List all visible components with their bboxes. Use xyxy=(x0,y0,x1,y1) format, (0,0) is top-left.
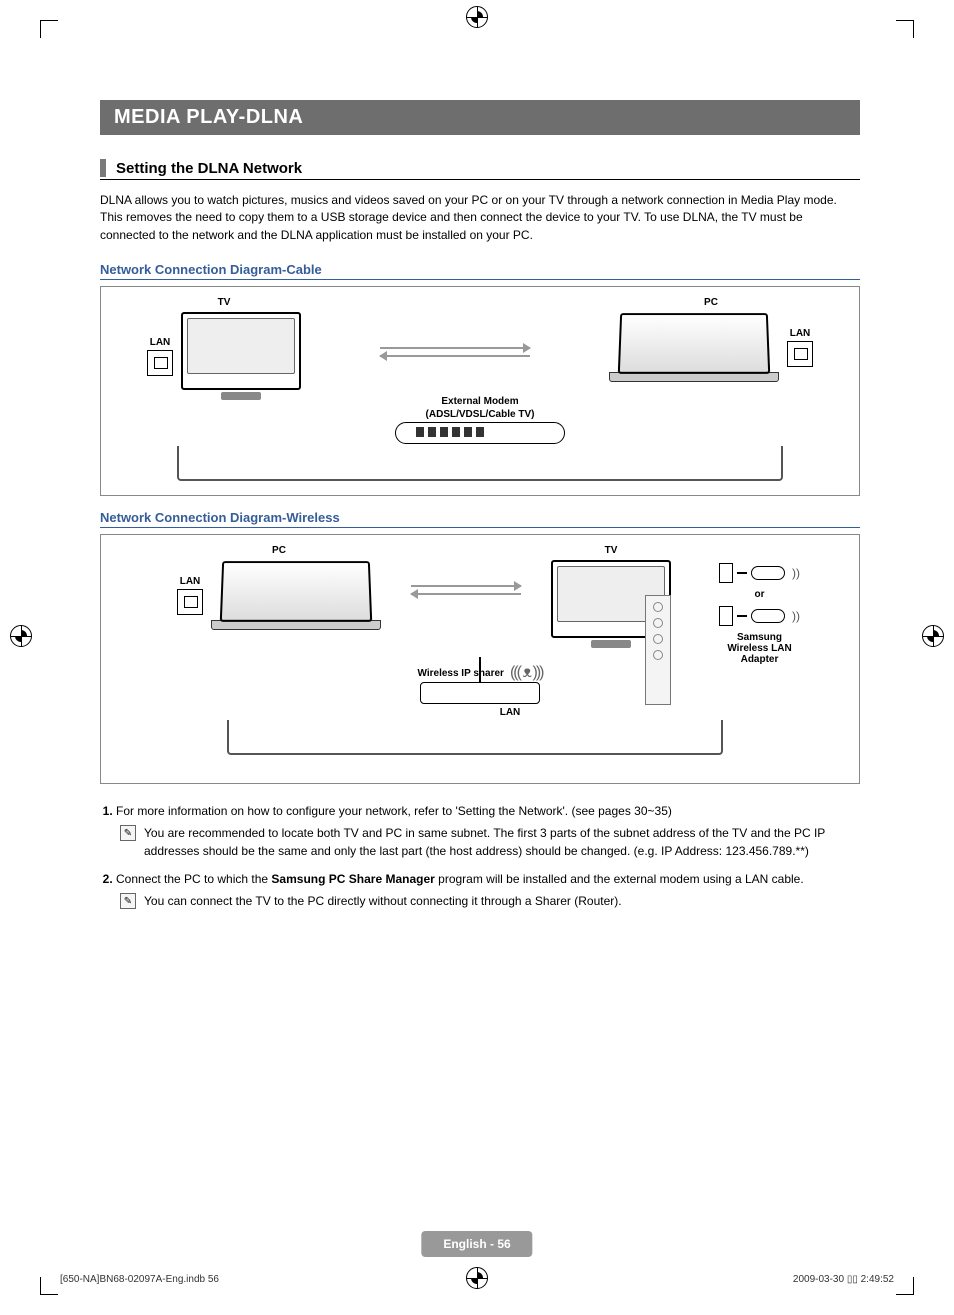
page-number-pill: English - 56 xyxy=(421,1231,532,1257)
tv-label-w: TV xyxy=(605,545,618,556)
step-2: Connect the PC to which the Samsung PC S… xyxy=(116,870,860,910)
step-2-pre: Connect the PC to which the xyxy=(116,872,271,886)
step-1: For more information on how to configure… xyxy=(116,802,860,860)
step-1-text: For more information on how to configure… xyxy=(116,804,672,818)
router-lan-label: LAN xyxy=(440,707,521,718)
tv-side-panel-icon xyxy=(645,595,671,705)
router-icon xyxy=(420,682,540,704)
page-content: MEDIA PLAY-DLNA Setting the DLNA Network… xyxy=(100,100,860,920)
modem-icon xyxy=(395,422,565,444)
router-group: Wireless IP sharer ((( ᴥ ))) LAN xyxy=(117,664,843,718)
tv-icon xyxy=(181,312,301,400)
note-icon: ✎ xyxy=(120,893,136,909)
pc-column: PC LAN xyxy=(609,297,813,382)
footer-timestamp: 2009-03-30 ▯▯ 2:49:52 xyxy=(793,1274,894,1285)
lan-jack-icon xyxy=(787,341,813,367)
step-2-note-text: You can connect the TV to the PC directl… xyxy=(144,892,622,910)
laptop-icon xyxy=(609,312,779,382)
lan-label-right: LAN xyxy=(790,328,811,339)
or-label: or xyxy=(755,589,765,600)
step-1-note: ✎ You are recommended to locate both TV … xyxy=(120,824,860,860)
adapter-label-3: Adapter xyxy=(727,654,791,665)
arrow-left-icon xyxy=(380,355,530,357)
step-2-post: program will be installed and the extern… xyxy=(435,872,804,886)
bidirectional-arrows xyxy=(380,347,530,357)
registration-mark-right xyxy=(922,625,944,647)
dongle-icon xyxy=(751,566,785,580)
usb-port-icon xyxy=(719,563,733,583)
usb-dongle-row-2: )) xyxy=(719,606,800,626)
diagram-cable-box: TV LAN PC xyxy=(100,286,860,496)
dongle-icon xyxy=(751,609,785,623)
modem-label-1: External Modem xyxy=(441,396,518,407)
crop-mark-br xyxy=(896,1277,914,1295)
laptop-icon xyxy=(211,560,381,630)
step-2-bold: Samsung PC Share Manager xyxy=(271,872,434,886)
arrow-right-icon xyxy=(411,585,521,587)
crop-mark-tl xyxy=(40,20,58,38)
wifi-waves-icon: )) xyxy=(792,566,800,580)
section-banner: MEDIA PLAY-DLNA xyxy=(100,100,860,135)
wifi-waves-icon: )) xyxy=(792,609,800,623)
bidirectional-arrows-w xyxy=(411,585,521,595)
pc-label: PC xyxy=(704,297,718,308)
registration-mark-left xyxy=(10,625,32,647)
crop-mark-tr xyxy=(896,20,914,38)
step-2-note: ✎ You can connect the TV to the PC direc… xyxy=(120,892,860,910)
footer-meta-row: [650-NA]BN68-02097A-Eng.indb 56 2009-03-… xyxy=(60,1274,894,1285)
tv-column: TV LAN xyxy=(147,297,301,400)
steps-list: For more information on how to configure… xyxy=(116,802,860,910)
intro-paragraph: DLNA allows you to watch pictures, music… xyxy=(100,192,860,244)
router-label: Wireless IP sharer xyxy=(417,668,503,679)
lan-label-w: LAN xyxy=(180,576,201,587)
lan-right-group: LAN xyxy=(787,328,813,367)
crop-mark-bl xyxy=(40,1277,58,1295)
lan-jack-icon xyxy=(177,589,203,615)
lan-label-left: LAN xyxy=(150,337,171,348)
wifi-waves-icon: ((( ᴥ ))) xyxy=(510,664,543,682)
diagram-wireless-title: Network Connection Diagram-Wireless xyxy=(100,510,860,528)
step-1-note-text: You are recommended to locate both TV an… xyxy=(144,824,860,860)
tv-label: TV xyxy=(218,297,231,308)
section-heading-row: Setting the DLNA Network xyxy=(100,159,860,180)
section-title: Setting the DLNA Network xyxy=(116,160,302,177)
usb-port-icon xyxy=(719,606,733,626)
cable-line-w xyxy=(227,720,723,755)
diagram-cable-title: Network Connection Diagram-Cable xyxy=(100,262,860,280)
footer-file-ref: [650-NA]BN68-02097A-Eng.indb 56 xyxy=(60,1274,219,1285)
lan-jack-icon xyxy=(147,350,173,376)
registration-mark-top xyxy=(466,6,488,28)
lan-w-group: LAN xyxy=(177,576,203,615)
adapter-label-1: Samsung xyxy=(727,632,791,643)
pc-label-w: PC xyxy=(272,545,286,556)
wireless-adapter-panel: )) or )) Samsung Wireless LAN Adapter xyxy=(672,563,847,665)
modem-label-2: (ADSL/VDSL/Cable TV) xyxy=(426,409,535,420)
heading-accent-bar xyxy=(100,159,106,177)
cable-line xyxy=(177,446,783,481)
usb-dongle-row-1: )) xyxy=(719,563,800,583)
note-icon: ✎ xyxy=(120,825,136,841)
lan-left-group: LAN xyxy=(147,337,173,376)
arrow-left-icon xyxy=(411,593,521,595)
adapter-label-2: Wireless LAN xyxy=(727,643,791,654)
diagram-wireless-box: PC LAN TV xyxy=(100,534,860,784)
pc-column-wireless: PC LAN xyxy=(177,545,381,630)
arrow-right-icon xyxy=(380,347,530,349)
modem-group: External Modem (ADSL/VDSL/Cable TV) xyxy=(117,396,843,444)
